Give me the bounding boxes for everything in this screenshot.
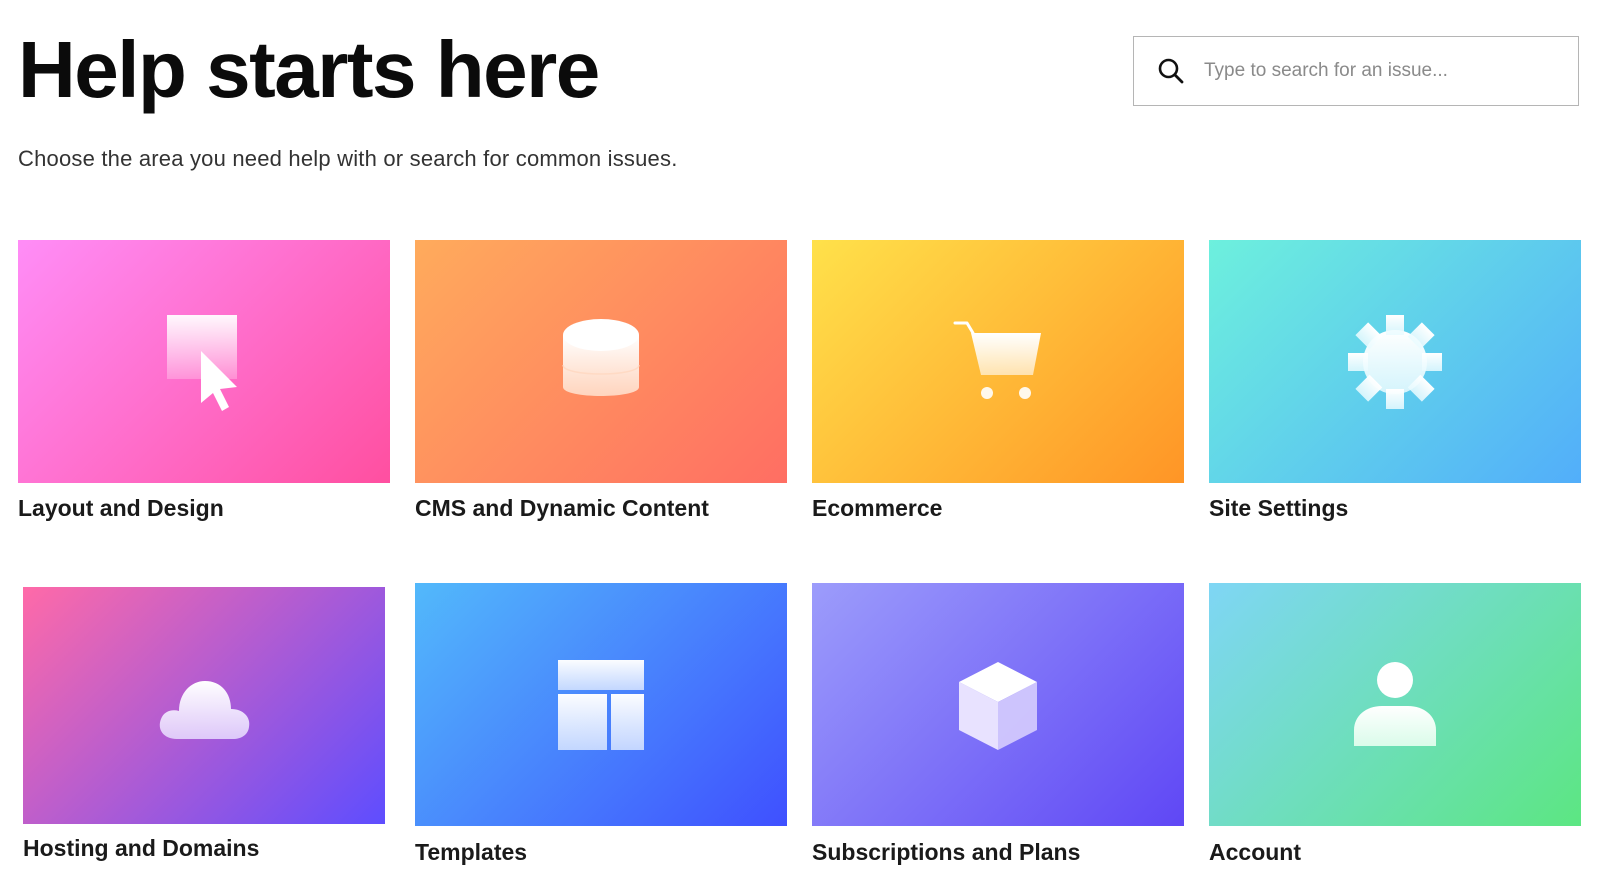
shopping-cart-icon	[953, 321, 1041, 399]
category-label: Hosting and Domains	[23, 835, 260, 861]
category-card-templates[interactable]: Templates	[415, 583, 787, 871]
database-icon	[562, 318, 640, 396]
cloud-icon	[159, 680, 250, 739]
category-card-hosting-and-domains[interactable]: Hosting and Domains	[23, 587, 385, 869]
category-tile	[415, 583, 787, 826]
category-card-subscriptions-and-plans[interactable]: Subscriptions and Plans	[812, 583, 1184, 871]
cursor-select-icon	[167, 314, 237, 411]
category-label: Account	[1209, 839, 1301, 865]
search-icon	[1158, 58, 1184, 84]
category-label: Templates	[415, 839, 528, 865]
page-subtitle: Choose the area you need help with or se…	[18, 146, 678, 171]
category-label: Subscriptions and Plans	[812, 839, 1081, 865]
category-tile	[812, 240, 1184, 483]
page-title: Help starts here	[18, 25, 600, 114]
category-tile	[415, 240, 787, 483]
category-tile	[1209, 240, 1581, 483]
category-card-ecommerce[interactable]: Ecommerce	[812, 240, 1184, 530]
category-label: Layout and Design	[18, 495, 224, 521]
category-card-layout-and-design[interactable]: Layout and Design	[18, 240, 390, 530]
gear-icon	[1348, 314, 1442, 409]
search-input[interactable]	[1204, 60, 1564, 82]
layout-template-icon	[558, 659, 644, 750]
category-label: Ecommerce	[812, 495, 943, 521]
category-label: Site Settings	[1209, 495, 1349, 521]
category-tile	[18, 240, 390, 483]
search-box[interactable]	[1133, 36, 1579, 106]
category-card-site-settings[interactable]: Site Settings	[1209, 240, 1581, 530]
category-card-account[interactable]: Account	[1209, 583, 1581, 871]
category-tile	[23, 587, 385, 824]
cube-icon	[959, 661, 1037, 750]
category-tile	[812, 583, 1184, 826]
category-card-cms-and-dynamic-content[interactable]: CMS and Dynamic Content	[415, 240, 787, 530]
user-icon	[1354, 661, 1436, 746]
category-tile	[1209, 583, 1581, 826]
category-label: CMS and Dynamic Content	[415, 495, 709, 521]
